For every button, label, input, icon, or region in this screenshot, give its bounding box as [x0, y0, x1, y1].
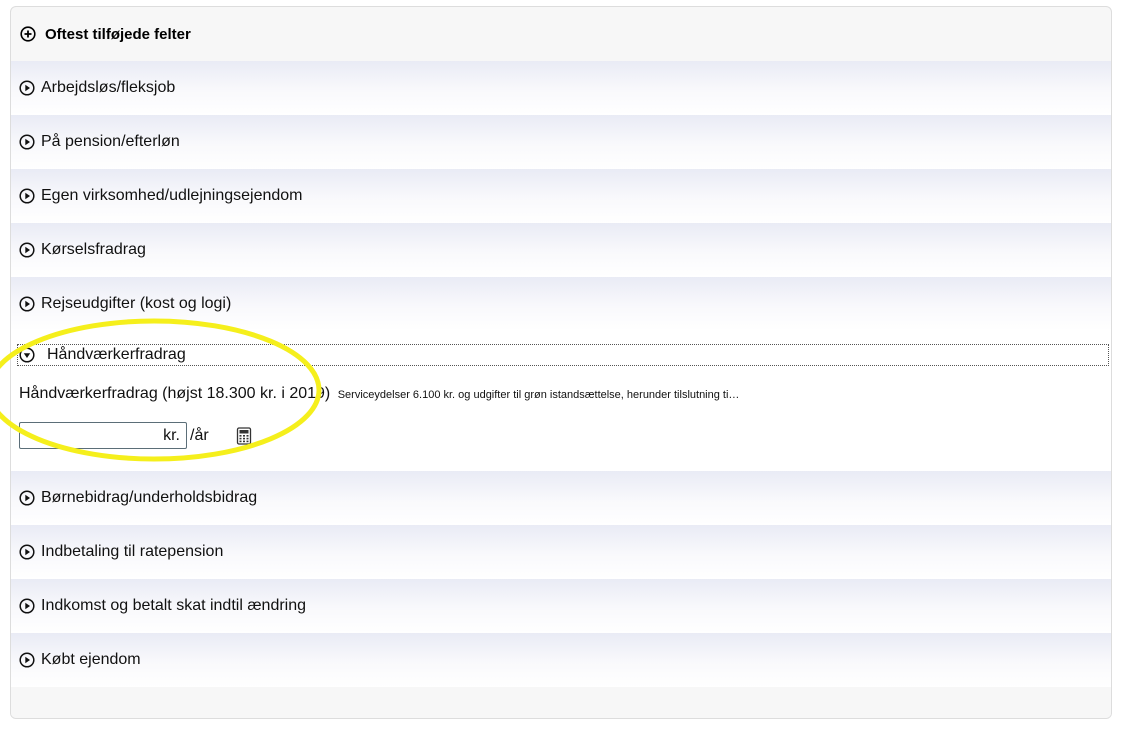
play-circle-icon: [19, 80, 35, 96]
per-year-label: /år: [190, 426, 209, 444]
play-circle-icon: [19, 490, 35, 506]
play-circle-icon: [19, 544, 35, 560]
calculator-icon[interactable]: [235, 426, 253, 445]
panel-header[interactable]: Oftest tilføjede felter: [11, 7, 1111, 61]
section-label: Rejseudgifter (kost og logi): [41, 295, 232, 312]
section-indkomst-skat[interactable]: Indkomst og betalt skat indtil ændring: [11, 579, 1111, 633]
amount-field[interactable]: kr.: [19, 422, 187, 449]
section-label: Købt ejendom: [41, 651, 141, 668]
section-label: Håndværkerfradrag: [47, 346, 186, 363]
field-description: Serviceydelser 6.100 kr. og udgifter til…: [337, 389, 740, 401]
section-arbejdslos[interactable]: Arbejdsløs/fleksjob: [11, 61, 1111, 115]
chevron-down-circle-icon: [19, 347, 35, 363]
panel-title: Oftest tilføjede felter: [45, 25, 191, 43]
section-pension[interactable]: På pension/efterløn: [11, 115, 1111, 169]
section-kobt-ejendom[interactable]: Købt ejendom: [11, 633, 1111, 687]
section-focus-box[interactable]: Håndværkerfradrag: [17, 344, 1109, 366]
play-circle-icon: [19, 188, 35, 204]
currency-unit: kr.: [163, 426, 180, 444]
amount-input-row: kr. /år: [19, 422, 253, 449]
amount-input[interactable]: [29, 426, 164, 445]
panel-footer: [11, 687, 1111, 718]
plus-circle-icon: [20, 26, 36, 42]
section-label: Arbejdsløs/fleksjob: [41, 79, 176, 96]
section-label: Kørselsfradrag: [41, 241, 146, 258]
section-handvaerkerfradrag[interactable]: Håndværkerfradrag: [11, 331, 1111, 373]
section-label: Egen virksomhed/udlejningsejendom: [41, 187, 303, 204]
field-label: Håndværkerfradrag (højst 18.300 kr. i 20…: [19, 385, 739, 403]
section-ratepension[interactable]: Indbetaling til ratepension: [11, 525, 1111, 579]
play-circle-icon: [19, 134, 35, 150]
play-circle-icon: [19, 652, 35, 668]
play-circle-icon: [19, 598, 35, 614]
field-label-main: Håndværkerfradrag (højst 18.300 kr. i 20…: [19, 385, 331, 402]
play-circle-icon: [19, 242, 35, 258]
section-label: Børnebidrag/underholdsbidrag: [41, 489, 258, 506]
section-korselsfradrag[interactable]: Kørselsfradrag: [11, 223, 1111, 277]
play-circle-icon: [19, 296, 35, 312]
section-label: Indkomst og betalt skat indtil ændring: [41, 597, 307, 614]
section-egen-virksomhed[interactable]: Egen virksomhed/udlejningsejendom: [11, 169, 1111, 223]
section-rejseudgifter[interactable]: Rejseudgifter (kost og logi): [11, 277, 1111, 331]
fields-panel: Oftest tilføjede felter Arbejdsløs/fleks…: [10, 6, 1112, 719]
section-label: På pension/efterløn: [41, 133, 180, 150]
section-label: Indbetaling til ratepension: [41, 543, 224, 560]
section-bornebidrag[interactable]: Børnebidrag/underholdsbidrag: [11, 471, 1111, 525]
handvaerkerfradrag-content: Håndværkerfradrag (højst 18.300 kr. i 20…: [11, 373, 1111, 471]
